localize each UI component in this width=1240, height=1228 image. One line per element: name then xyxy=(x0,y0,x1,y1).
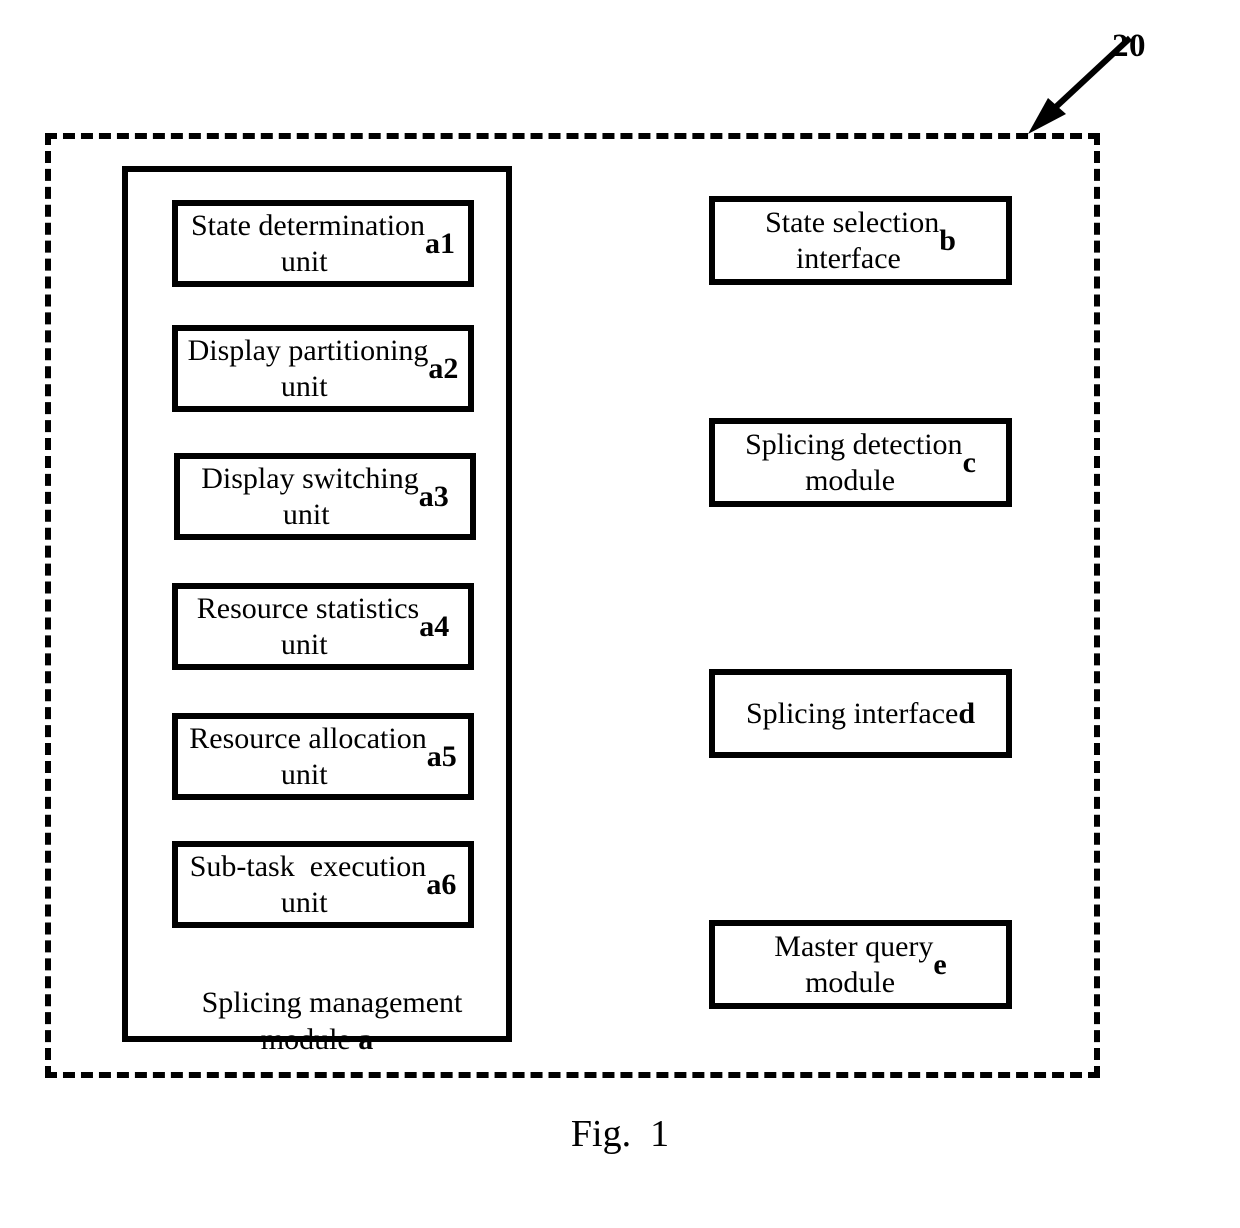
block-splicing-detection-module-c[interactable]: Splicing detection module c xyxy=(709,418,1012,507)
block-identifier: d xyxy=(958,696,976,730)
block-identifier: a2 xyxy=(428,351,459,385)
reference-numeral-20: 20 xyxy=(1112,28,1146,64)
caption-identifier: a xyxy=(358,1023,374,1056)
block-identifier: a4 xyxy=(419,609,450,643)
block-label: State selection interface xyxy=(765,206,940,275)
block-label: Display partitioning unit xyxy=(187,334,429,403)
block-label: State determination unit xyxy=(190,209,426,278)
block-label: Display switching unit xyxy=(201,462,419,531)
block-identifier: a1 xyxy=(425,226,456,260)
block-label: Resource allocation unit xyxy=(189,722,427,791)
block-splicing-interface-d[interactable]: Splicing interface d xyxy=(709,669,1012,758)
caption-label: Splicing management module xyxy=(201,985,463,1057)
block-resource-allocation-unit-a5[interactable]: Resource allocation unit a5 xyxy=(172,713,474,800)
block-state-selection-interface-b[interactable]: State selection interface b xyxy=(709,196,1012,285)
block-display-partitioning-unit-a2[interactable]: Display partitioning unit a2 xyxy=(172,325,474,412)
figure-caption: Fig. 1 xyxy=(570,1113,670,1155)
block-resource-statistics-unit-a4[interactable]: Resource statistics unit a4 xyxy=(172,583,474,670)
block-identifier: b xyxy=(939,223,956,257)
block-sub-task-execution-unit-a6[interactable]: Sub-task execution unit a6 xyxy=(172,841,474,928)
block-master-query-module-e[interactable]: Master query module e xyxy=(709,920,1012,1009)
block-identifier: c xyxy=(962,445,976,479)
figure-page: 20 State determination unit a1 Display p… xyxy=(0,0,1240,1228)
block-label: Master query module xyxy=(774,930,934,999)
splicing-management-module-caption: Splicing management module a xyxy=(128,946,506,1096)
block-identifier: e xyxy=(933,947,947,981)
block-identifier: a6 xyxy=(426,867,457,901)
block-label: Splicing interface xyxy=(745,696,959,730)
block-display-switching-unit-a3[interactable]: Display switching unit a3 xyxy=(174,453,476,540)
block-identifier: a5 xyxy=(426,739,457,773)
block-label: Sub-task execution unit xyxy=(189,850,427,919)
block-identifier: a3 xyxy=(418,479,449,513)
block-label: Splicing detection module xyxy=(745,428,963,497)
block-label: Resource statistics unit xyxy=(196,592,420,661)
block-state-determination-unit-a1[interactable]: State determination unit a1 xyxy=(172,200,474,287)
